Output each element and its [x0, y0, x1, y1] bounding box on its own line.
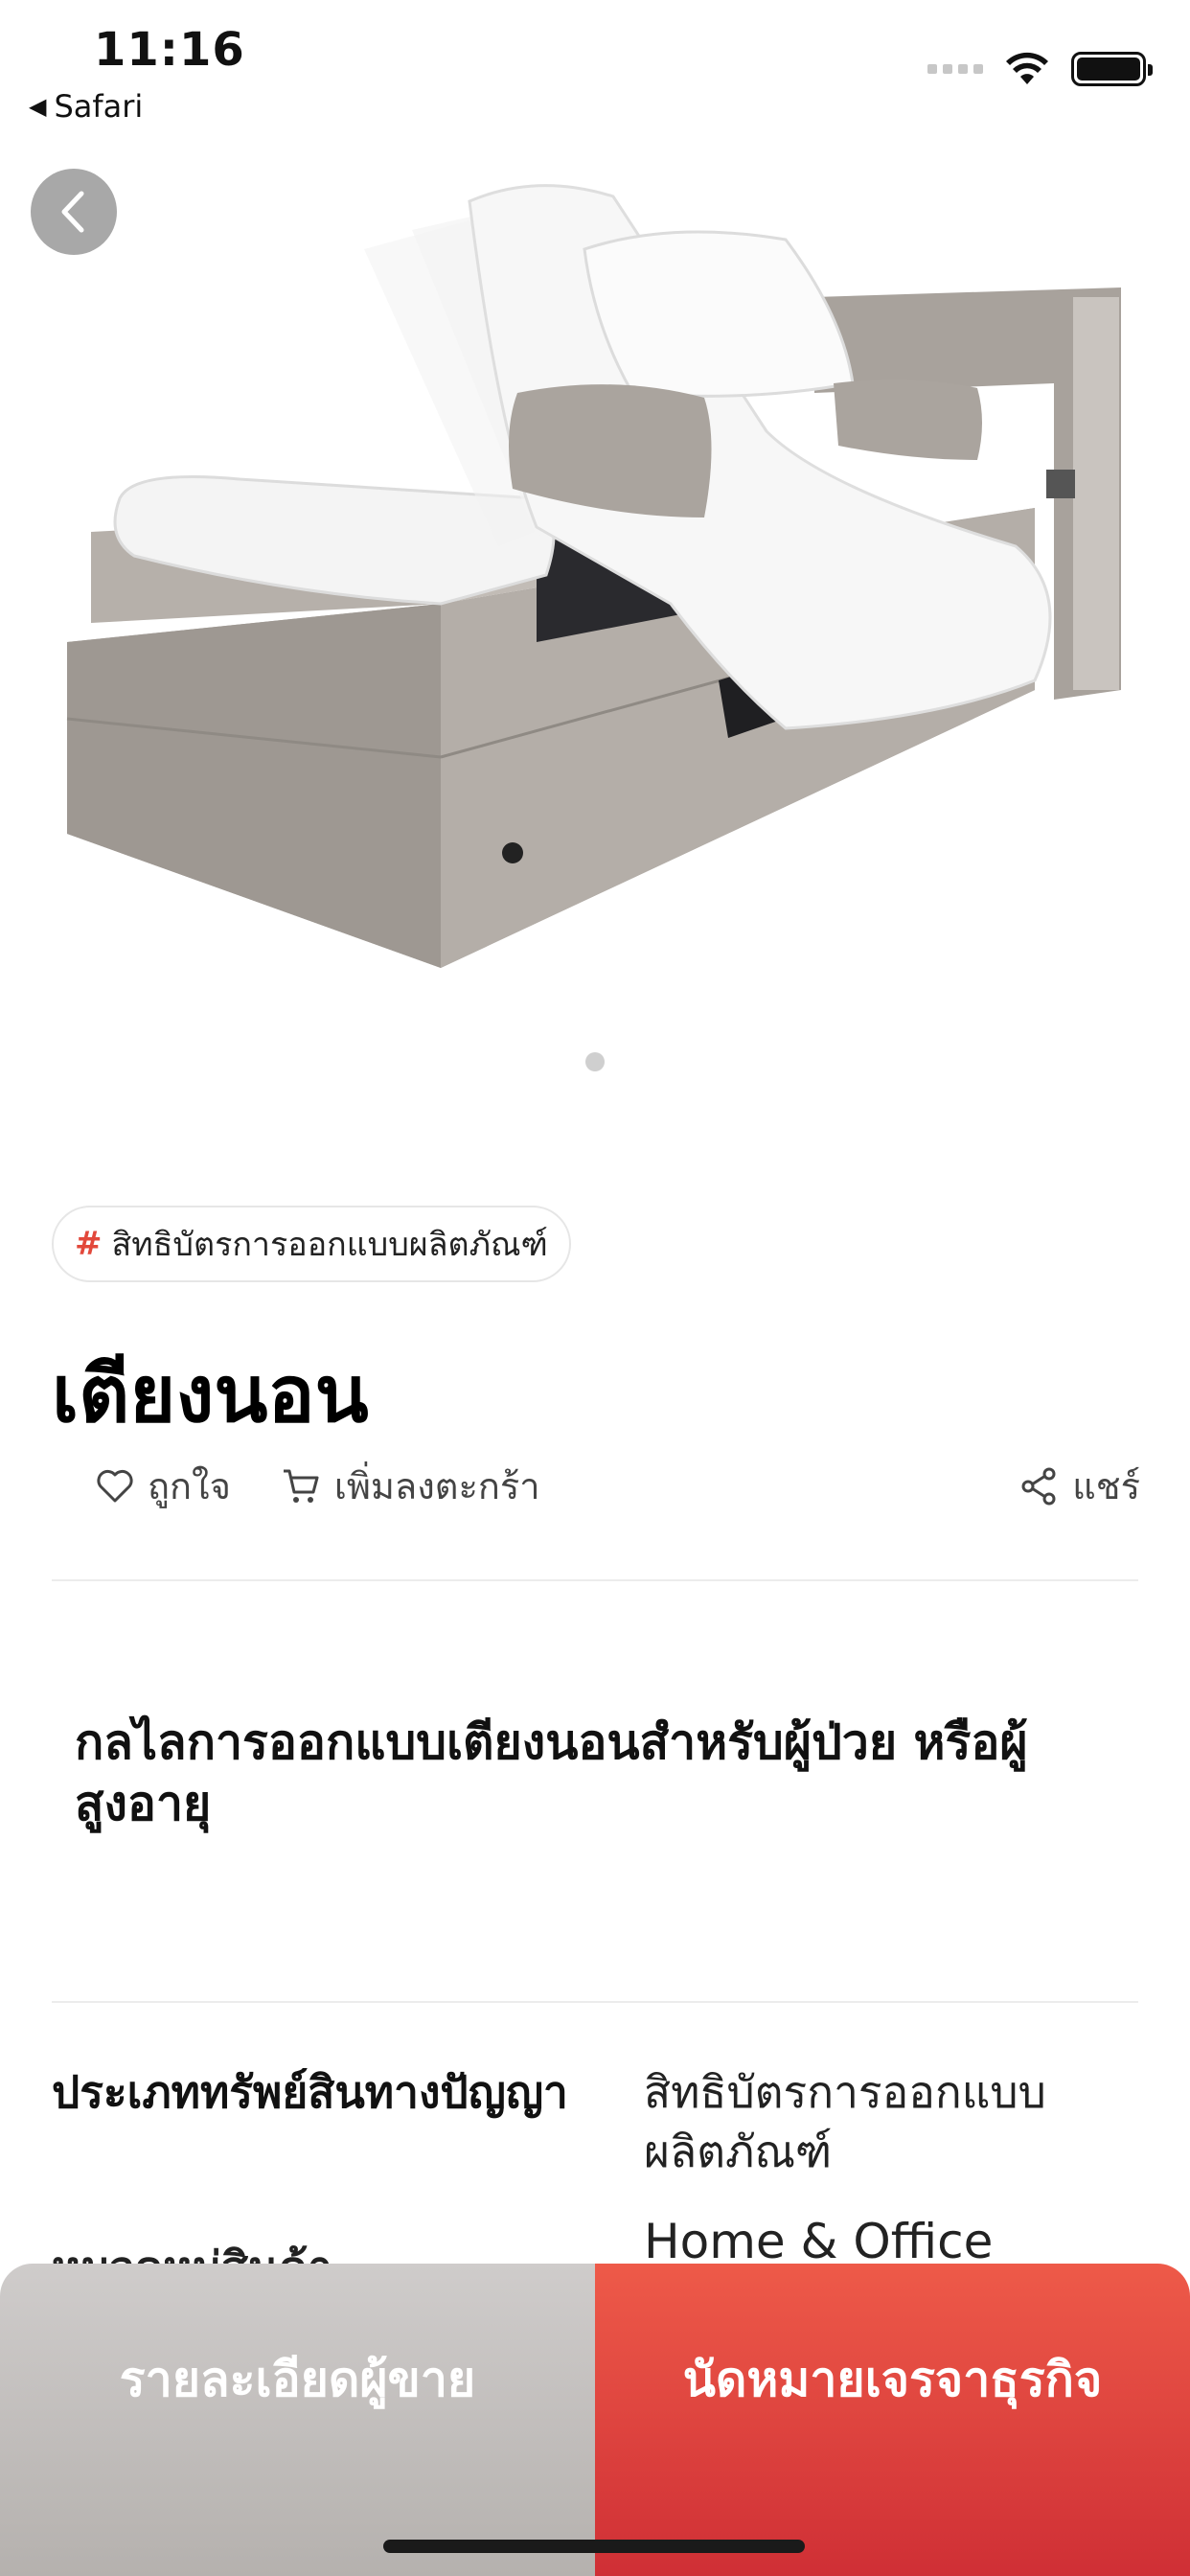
business-meeting-button[interactable]: นัดหมายเจรจาธุรกิจ: [595, 2264, 1190, 2576]
chevron-left-icon: [61, 191, 84, 233]
carousel-indicator-dot[interactable]: [585, 1052, 605, 1071]
back-app-label: Safari: [54, 88, 144, 125]
home-indicator[interactable]: [383, 2540, 805, 2553]
back-button[interactable]: [31, 169, 117, 255]
cellular-signal-icon: [927, 64, 983, 74]
bottom-action-bar: รายละเอียดผู้ขาย นัดหมายเจรจาธุรกิจ: [0, 2264, 1190, 2576]
divider: [52, 1579, 1138, 1581]
category-tag-chip[interactable]: # สิทธิบัตรการออกแบบผลิตภัณฑ์: [52, 1206, 571, 1282]
back-to-safari[interactable]: ◀ Safari: [29, 88, 143, 125]
divider: [52, 2001, 1138, 2003]
back-triangle-icon: ◀: [29, 93, 47, 120]
heart-icon: [97, 1469, 133, 1502]
add-to-cart-button[interactable]: เพิ่มลงตะกร้า: [281, 1457, 540, 1515]
category-value: Home & Office: [644, 2214, 994, 2269]
product-description: กลไลการออกแบบเตียงนอนสำหรับผู้ป่วย หรือผ…: [75, 1714, 1028, 1831]
like-label: ถูกใจ: [148, 1465, 231, 1507]
status-icons: [927, 52, 1153, 86]
status-time: 11:16: [94, 23, 245, 77]
hash-icon: #: [75, 1225, 103, 1263]
ip-type-value: สิทธิบัตรการออกแบบผลิตภัณฑ์: [644, 2066, 1046, 2177]
tag-label: สิทธิบัตรการออกแบบผลิตภัณฑ์: [111, 1226, 548, 1264]
share-button[interactable]: แชร์: [1020, 1457, 1140, 1515]
share-icon: [1021, 1467, 1056, 1505]
product-image[interactable]: [0, 144, 1190, 1035]
like-button[interactable]: ถูกใจ: [96, 1457, 231, 1515]
seller-details-button[interactable]: รายละเอียดผู้ขาย: [0, 2264, 595, 2576]
product-detail-page: 11:16 ◀ Safari # สิทธิบัตรการออกแบบผลิตภ…: [0, 0, 1190, 2576]
wifi-icon: [1006, 52, 1048, 84]
product-title: เตียงนอน: [52, 1349, 369, 1440]
product-actions: ถูกใจ เพิ่มลงตะกร้า: [96, 1457, 540, 1515]
battery-icon: [1071, 52, 1153, 86]
share-label: แชร์: [1072, 1465, 1140, 1507]
ip-type-label: ประเภททรัพย์สินทางปัญญา: [52, 2066, 568, 2118]
cart-label: เพิ่มลงตะกร้า: [333, 1465, 540, 1507]
cart-icon: [283, 1469, 319, 1503]
